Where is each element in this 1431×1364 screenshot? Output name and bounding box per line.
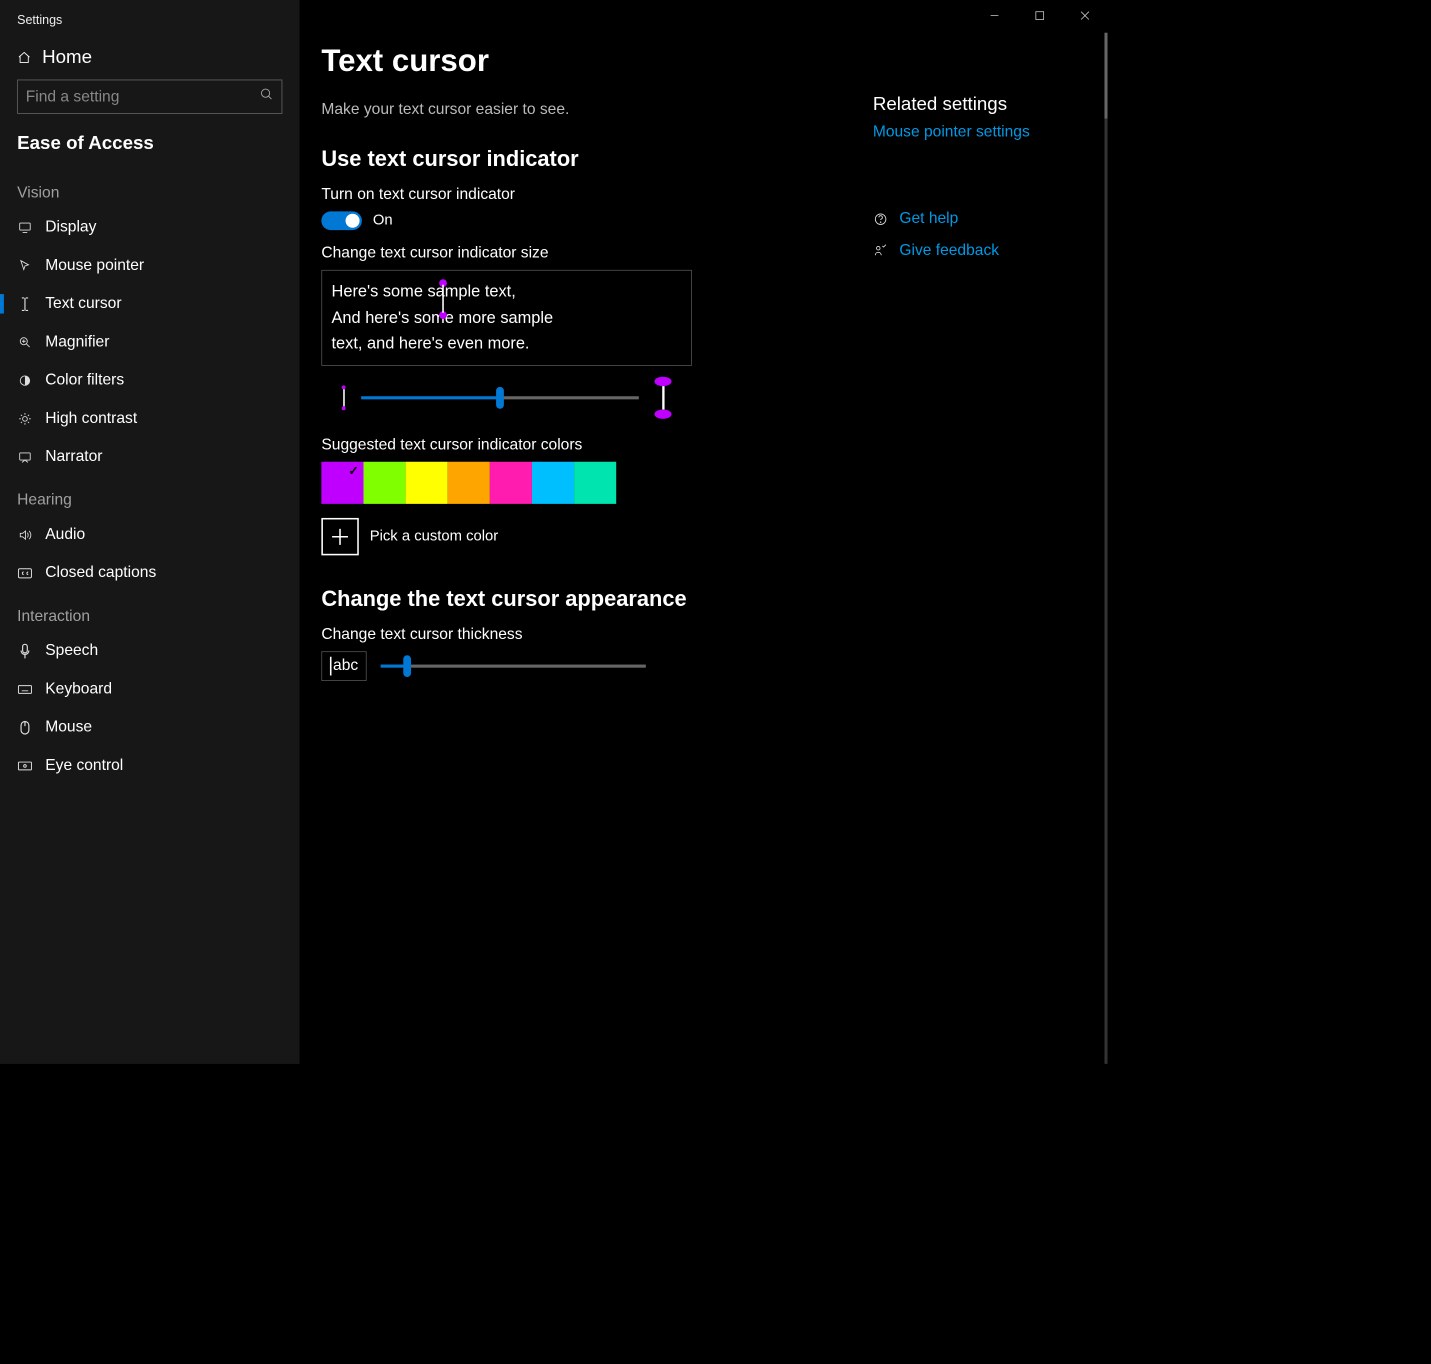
mouse-pointer-settings-link[interactable]: Mouse pointer settings — [873, 123, 1108, 141]
color-swatch[interactable] — [490, 462, 532, 504]
pick-custom-color[interactable]: ＋ Pick a custom color — [321, 518, 1076, 555]
thickness-slider[interactable] — [381, 664, 646, 667]
size-icon-large — [654, 377, 671, 419]
indicator-toggle[interactable] — [321, 211, 362, 230]
sidebar-item-speech[interactable]: Speech — [0, 632, 300, 670]
narrator-icon — [17, 450, 33, 464]
sample-line: text, and here's even more. — [332, 335, 530, 353]
color-swatch[interactable] — [532, 462, 574, 504]
sample-line: Here's some sample text, — [332, 282, 516, 300]
display-icon — [17, 220, 33, 234]
thickness-sample-box: abc — [321, 651, 366, 681]
sidebar-item-label: High contrast — [45, 410, 137, 428]
sidebar-item-label: Color filters — [45, 371, 124, 389]
group-label: Vision — [0, 168, 300, 208]
mouse-icon — [17, 720, 33, 736]
color-filters-icon — [17, 373, 33, 387]
related-settings-heading: Related settings — [873, 94, 1108, 116]
sidebar-item-closed-captions[interactable]: Closed captions — [0, 554, 300, 592]
feedback-icon — [873, 244, 889, 258]
color-swatch[interactable] — [321, 462, 363, 504]
sidebar-item-label: Narrator — [45, 448, 102, 466]
slider-thumb[interactable] — [403, 655, 411, 677]
speech-icon — [17, 643, 33, 659]
slider-thumb[interactable] — [496, 387, 504, 409]
text-cursor-icon — [17, 296, 33, 312]
sidebar-item-label: Audio — [45, 526, 85, 544]
sidebar-item-mouse-pointer[interactable]: Mouse pointer — [0, 246, 300, 284]
sidebar-item-label: Magnifier — [45, 333, 109, 351]
right-rail: Related settings Mouse pointer settings … — [873, 94, 1108, 274]
scrollbar[interactable] — [1104, 33, 1107, 1064]
sidebar-item-magnifier[interactable]: Magnifier — [0, 323, 300, 361]
search-placeholder: Find a setting — [26, 88, 260, 106]
toggle-state-label: On — [373, 212, 393, 229]
sidebar-item-label: Display — [45, 218, 96, 236]
sidebar-item-keyboard[interactable]: Keyboard — [0, 670, 300, 708]
search-icon — [260, 87, 274, 106]
sidebar-item-audio[interactable]: Audio — [0, 516, 300, 554]
sidebar-item-label: Mouse — [45, 718, 92, 736]
sidebar-item-label: Eye control — [45, 757, 123, 775]
help-icon — [873, 212, 889, 226]
home-nav[interactable]: Home — [0, 39, 300, 80]
sidebar-item-label: Keyboard — [45, 680, 112, 698]
sidebar: Settings Home Find a setting Ease of Acc… — [0, 0, 300, 1064]
sidebar-item-label: Text cursor — [45, 295, 121, 313]
indicator-size-slider[interactable] — [361, 396, 639, 399]
sidebar-item-color-filters[interactable]: Color filters — [0, 361, 300, 399]
thickness-label: Change text cursor thickness — [321, 625, 1076, 643]
eye-control-icon — [17, 760, 33, 771]
high-contrast-icon — [17, 411, 33, 425]
color-swatch[interactable] — [448, 462, 490, 504]
color-swatch[interactable] — [574, 462, 616, 504]
magnifier-icon — [17, 335, 33, 349]
give-feedback-label: Give feedback — [899, 242, 999, 260]
color-swatch-row — [321, 462, 1076, 504]
caret-icon — [330, 657, 332, 676]
category-heading: Ease of Access — [0, 122, 300, 169]
color-swatch[interactable] — [363, 462, 405, 504]
audio-icon — [17, 528, 33, 542]
home-icon — [17, 51, 31, 65]
sample-text-box: Here's some sample text, And here's some… — [321, 270, 692, 366]
home-label: Home — [42, 47, 92, 69]
sidebar-item-label: Mouse pointer — [45, 257, 144, 275]
sidebar-item-eye-control[interactable]: Eye control — [0, 746, 300, 784]
cursor-line — [442, 285, 444, 313]
sidebar-item-label: Speech — [45, 642, 98, 660]
get-help-link[interactable]: Get help — [873, 210, 1108, 228]
thickness-sample-text: abc — [333, 657, 358, 674]
search-input[interactable]: Find a setting — [17, 80, 282, 114]
sidebar-item-mouse[interactable]: Mouse — [0, 708, 300, 746]
mouse-pointer-icon — [17, 259, 33, 273]
size-icon-small — [342, 385, 346, 410]
plus-icon: ＋ — [321, 518, 358, 555]
sidebar-item-high-contrast[interactable]: High contrast — [0, 399, 300, 437]
give-feedback-link[interactable]: Give feedback — [873, 242, 1108, 260]
get-help-label: Get help — [899, 210, 958, 228]
scrollbar-thumb[interactable] — [1104, 33, 1107, 119]
main-content: Text cursor Make your text cursor easier… — [300, 0, 1108, 1064]
sidebar-item-narrator[interactable]: Narrator — [0, 438, 300, 476]
colors-label: Suggested text cursor indicator colors — [321, 436, 1076, 454]
page-title: Text cursor — [321, 44, 1076, 79]
custom-color-label: Pick a custom color — [370, 528, 498, 545]
keyboard-icon — [17, 684, 33, 695]
sidebar-item-display[interactable]: Display — [0, 208, 300, 246]
sidebar-item-label: Closed captions — [45, 564, 156, 582]
group-label: Hearing — [0, 476, 300, 516]
app-title: Settings — [0, 8, 300, 39]
color-swatch[interactable] — [406, 462, 448, 504]
section-appearance-heading: Change the text cursor appearance — [321, 586, 1076, 611]
closed-captions-icon — [17, 567, 33, 579]
group-label: Interaction — [0, 592, 300, 632]
sidebar-item-text-cursor[interactable]: Text cursor — [0, 285, 300, 323]
